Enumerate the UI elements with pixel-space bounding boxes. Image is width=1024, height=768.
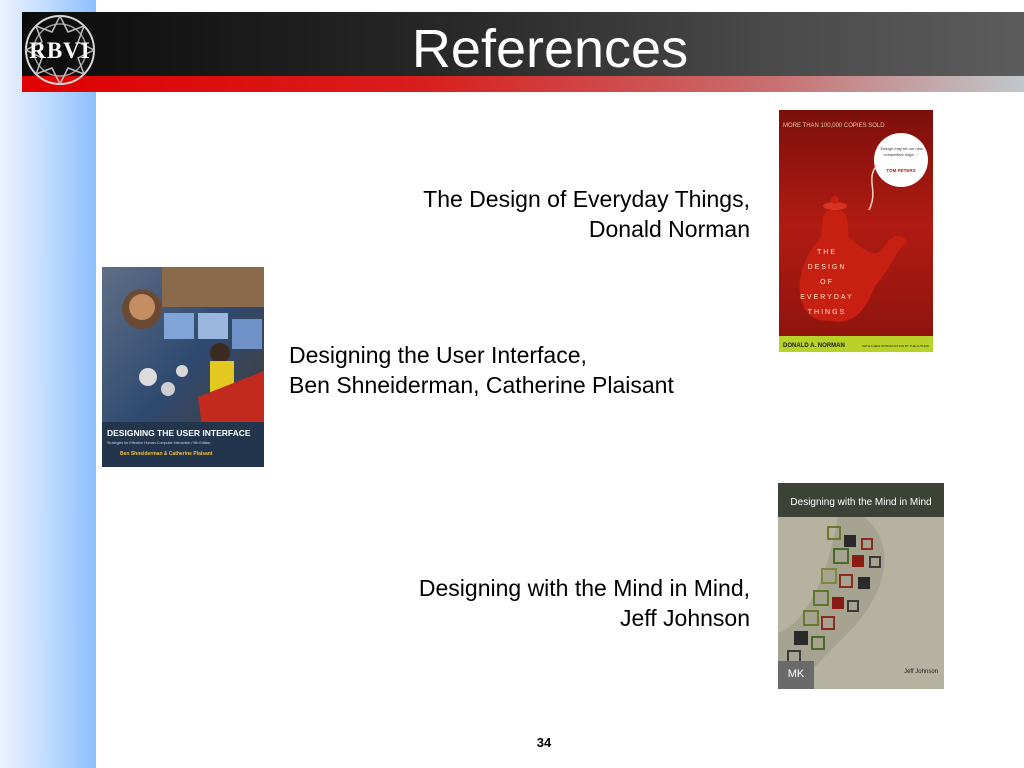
book-cover-designing-with-the-mind-in-mind: Designing with the Mind in Mind MK Jeff … bbox=[778, 483, 944, 689]
svg-text:"Design may be our new: "Design may be our new bbox=[879, 146, 923, 151]
svg-text:THE: THE bbox=[817, 249, 837, 256]
cover1-top-banner: MORE THAN 100,000 COPIES SOLD bbox=[783, 123, 885, 129]
page-number: 34 bbox=[536, 735, 552, 750]
book-cover-design-of-everyday-things: MORE THAN 100,000 COPIES SOLD "Design ma… bbox=[779, 110, 933, 352]
cover2-title: DESIGNING THE USER INTERFACE bbox=[107, 428, 251, 438]
cover3-author: Jeff Johnson bbox=[904, 669, 938, 675]
cover1-quote-author: TOM PETERS bbox=[886, 168, 915, 173]
svg-text:OF: OF bbox=[820, 279, 834, 286]
svg-text:EVERYDAY: EVERYDAY bbox=[800, 294, 853, 301]
svg-text:THINGS: THINGS bbox=[808, 309, 846, 316]
cover2-subtitle: Strategies for Effective Human-Computer … bbox=[107, 441, 210, 445]
cover3-publisher: MK bbox=[788, 668, 805, 680]
reference-1: The Design of Everyday Things, Donald No… bbox=[330, 184, 750, 244]
left-gradient-strip bbox=[0, 0, 96, 768]
cover1-footer-note: WITH A NEW INTRODUCTION BY THE AUTHOR bbox=[862, 344, 930, 348]
reference-2: Designing the User Interface, Ben Shneid… bbox=[289, 340, 769, 400]
reference-3: Designing with the Mind in Mind, Jeff Jo… bbox=[330, 573, 750, 633]
cover2-authors: Ben Shneiderman & Catherine Plaisant bbox=[120, 451, 213, 457]
reference-3-author: Jeff Johnson bbox=[619, 605, 750, 631]
book-cover-designing-the-user-interface: DESIGNING THE USER INTERFACE Strategies … bbox=[102, 267, 264, 467]
reference-2-title: Designing the User Interface, bbox=[289, 342, 587, 368]
svg-text:competitive edge...": competitive edge..." bbox=[884, 152, 920, 157]
reference-1-author: Donald Norman bbox=[588, 216, 750, 242]
logo-text: RBVI bbox=[29, 38, 91, 63]
rbvi-logo: RBVI bbox=[22, 12, 98, 88]
cover1-quote-circle bbox=[874, 133, 928, 187]
cover1-author: DONALD A. NORMAN bbox=[783, 343, 845, 349]
reference-2-author: Ben Shneiderman, Catherine Plaisant bbox=[289, 372, 674, 398]
slide-title: References bbox=[411, 19, 689, 79]
svg-text:DESIGN: DESIGN bbox=[808, 264, 847, 271]
reference-3-title: Designing with the Mind in Mind, bbox=[418, 575, 750, 601]
reference-1-title: The Design of Everyday Things, bbox=[423, 186, 750, 212]
cover3-title: Designing with the Mind in Mind bbox=[790, 497, 931, 508]
